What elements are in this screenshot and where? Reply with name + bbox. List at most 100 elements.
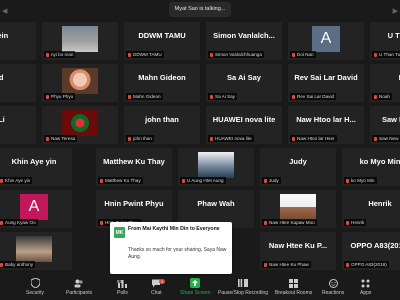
participant-label-text: Baby anthony — [5, 262, 34, 267]
participant-tile[interactable]: Mahn Gideon Mahn Gideon — [124, 64, 200, 102]
participant-label: U Than Tun — [372, 51, 400, 58]
participant-tile[interactable]: john than john than — [124, 106, 200, 144]
participant-label: Naw Htee Kapaw Moo — [262, 219, 317, 226]
participant-label-text: Khin Aye yin — [5, 178, 31, 183]
participant-label: nyi bo man — [44, 51, 76, 58]
participant-name: OPPO A83(2018) — [350, 241, 400, 250]
participant-tile[interactable]: Naw Htoo lar H... Naw Htoo lar Hser — [288, 106, 364, 144]
participant-avatar: A — [20, 194, 48, 220]
participant-label: U Aung Htet Aung — [180, 177, 226, 184]
participant-name: DDWM TAMU — [138, 31, 186, 40]
participant-tile[interactable]: U Aung Htet Aung — [178, 148, 254, 186]
security-button[interactable]: Security — [26, 278, 44, 298]
mic-muted-icon — [292, 94, 295, 99]
mic-muted-icon — [210, 52, 213, 57]
speaker-notice: Myat Sao is talking... — [168, 2, 232, 17]
participant-label-text: Henrik — [351, 220, 365, 225]
apps-icon — [361, 278, 371, 288]
polls-button[interactable]: Polls — [117, 278, 128, 298]
reactions-button[interactable]: Reactions — [322, 278, 344, 298]
participant-label-text: Judy — [269, 178, 279, 183]
participant-tile[interactable]: Naw Teresa — [42, 106, 118, 144]
participant-label-text: nyi bo man — [51, 52, 74, 57]
pause-stop-recording-button[interactable]: Pause/Stop Recording — [218, 278, 268, 298]
participant-label: Simon Vanlalchhuanga — [208, 51, 264, 58]
participant-label-text: Doi Nan — [297, 52, 314, 57]
participant-label-text: john than — [133, 136, 152, 141]
participant-name: Matthew Ku Thay — [103, 157, 165, 166]
participant-tile[interactable]: Rev Sai Lar David Rev Sai Lar David — [288, 64, 364, 102]
participant-tile[interactable]: Henrik Henrik — [342, 190, 400, 228]
participant-tile[interactable]: Simon Vanlalch... Simon Vanlalchhuanga — [206, 22, 282, 60]
participant-label: Naw Htoo lar Hser — [290, 135, 337, 142]
participant-label-text: Naw Htoo lar Hser — [297, 136, 335, 141]
participant-tile[interactable]: Saw New Eyes Saw New Eyes — [370, 106, 400, 144]
participant-tile[interactable]: vid — [0, 64, 36, 102]
participant-tile[interactable]: Shein — [0, 22, 36, 60]
breakout-grid-icon — [289, 278, 299, 288]
participant-video — [62, 68, 98, 94]
participant-tile[interactable]: HUAWEI nova lite HUAWEI nova lite — [206, 106, 282, 144]
meeting-toolbar: Security Participants 93 Polls Chat 1 Sh… — [0, 276, 400, 300]
participant-tile[interactable]: Sa Ai Say Sa Ai Say — [206, 64, 282, 102]
smiley-icon — [328, 278, 338, 288]
participant-tile[interactable]: OPPO A83(2018) OPPO A83(2018) — [342, 232, 400, 270]
participant-tile[interactable]: U Than Tun U Than Tun — [370, 22, 400, 60]
mic-muted-icon — [264, 220, 267, 225]
chat-sender: From Mai Kaythi Min Din to Everyone — [128, 226, 220, 232]
participant-label: Mahn Gideon — [126, 93, 163, 100]
mic-muted-icon — [210, 136, 213, 141]
participant-tile[interactable]: A Doi Nan — [288, 22, 364, 60]
participant-label-text: U Aung Htet Aung — [187, 178, 224, 183]
chat-unread-badge: 1 — [159, 279, 165, 284]
participant-name: n Li — [0, 115, 5, 124]
participant-tile[interactable]: ko Myo Min ko Myo Min — [342, 148, 400, 186]
shield-icon — [30, 278, 40, 288]
mic-muted-icon — [46, 136, 49, 141]
participant-label: Henrik — [344, 219, 367, 226]
participant-name: john than — [145, 115, 179, 124]
participant-label-text: Phyu Phyu — [51, 94, 74, 99]
participant-name: vid — [0, 73, 4, 82]
participant-tile[interactable]: Matthew Ku Thay Matthew Ku Thay — [96, 148, 172, 186]
participant-tile[interactable]: A Aung Kyaw Oo — [0, 190, 72, 228]
participant-tile[interactable]: Naw Htee Ku P... Naw Htee Ku Phaw — [260, 232, 336, 270]
participant-label-text: Rev Sai Lar David — [297, 94, 335, 99]
participant-name: Hnin Pwint Phyu — [104, 199, 164, 208]
participant-label: HUAWEI nova lite — [208, 135, 254, 142]
mic-muted-icon — [374, 136, 377, 141]
share-screen-button[interactable]: Share Screen — [180, 278, 211, 298]
participant-tile[interactable]: Noah Noah — [370, 64, 400, 102]
pause-stop-icon — [238, 278, 249, 288]
participants-button[interactable]: Participants 93 — [66, 278, 122, 298]
participant-tile[interactable]: Judy Judy — [260, 148, 336, 186]
participant-tile[interactable]: Khin Aye yin Khin Aye yin — [0, 148, 72, 186]
participant-tile[interactable]: nyi bo man — [42, 22, 118, 60]
participant-label-text: ko Myo Min — [351, 178, 375, 183]
mic-muted-icon — [346, 220, 349, 225]
chat-button[interactable]: Chat 1 — [151, 278, 165, 298]
chat-notification[interactable]: MK From Mai Kaythi Min Din to Everyone T… — [110, 222, 232, 274]
participant-tile[interactable]: n Li — [0, 106, 36, 144]
participant-tile[interactable]: Baby anthony — [0, 232, 72, 270]
mic-muted-icon — [0, 178, 3, 183]
participant-label-text: HUAWEI nova lite — [215, 136, 252, 141]
participant-label: Aung Kyaw Oo — [0, 219, 38, 226]
participant-video — [62, 110, 98, 136]
participant-label: Matthew Ku Thay — [98, 177, 143, 184]
mic-muted-icon — [210, 94, 213, 99]
participant-label: ko Myo Min — [344, 177, 377, 184]
participant-label-text: U Than Tun — [379, 52, 400, 57]
participant-tile[interactable]: Naw Htee Kapaw Moo — [260, 190, 336, 228]
participant-avatar: A — [312, 26, 340, 52]
share-arrow-icon — [190, 278, 201, 288]
apps-button[interactable]: Apps — [360, 278, 371, 298]
participant-name: Sa Ai Say — [227, 73, 261, 82]
chevron-right-icon[interactable]: ▶ — [393, 8, 398, 15]
participant-tile[interactable]: Phyu Phyu — [42, 64, 118, 102]
participant-label-text: Sa Ai Say — [215, 94, 235, 99]
participant-label-text: Matthew Ku Thay — [105, 178, 141, 183]
mic-muted-icon — [100, 220, 103, 225]
breakout-rooms-button[interactable]: Breakout Rooms — [275, 278, 312, 298]
participant-tile[interactable]: DDWM TAMU DDWM TAMU — [124, 22, 200, 60]
